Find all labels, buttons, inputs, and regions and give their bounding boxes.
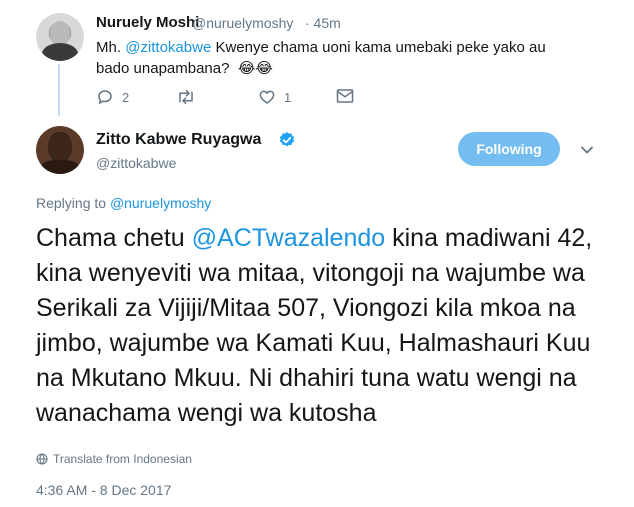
translate-label: Translate from Indonesian <box>53 452 192 466</box>
reply-count: 2 <box>122 89 130 105</box>
translate-link[interactable]: Translate from Indonesian <box>36 452 192 466</box>
main-mention-link[interactable]: @ACTwazalendo <box>192 224 386 252</box>
reply-icon <box>98 90 112 105</box>
reply-tweet-text: Mh. @zittokabwe Kwenye chama uoni kama u… <box>96 37 576 79</box>
thread-connector-line <box>58 64 60 116</box>
replying-to-handle-link[interactable]: @nuruelymoshy <box>110 195 211 211</box>
main-tweet-text: Chama chetu @ACTwazalendo kina madiwani … <box>36 221 606 431</box>
retweet-action[interactable] <box>176 88 204 106</box>
verified-badge-icon <box>279 132 295 147</box>
heart-icon <box>259 90 275 104</box>
reply-author-handle[interactable]: @nuruelymoshy <box>192 15 293 31</box>
reply-emoji: 😂😂 <box>237 60 273 77</box>
replying-to-prefix: Replying to <box>36 195 110 211</box>
reply-text-prefix: Mh. <box>96 39 126 56</box>
following-button[interactable]: Following <box>458 132 560 166</box>
reply-mention-link[interactable]: @zittokabwe <box>125 39 211 56</box>
reply-author-name[interactable]: Nuruely Moshi <box>96 14 199 31</box>
reply-action[interactable]: 2 <box>96 88 129 106</box>
replying-to-line: Replying to @nuruelymoshy <box>36 195 211 211</box>
main-author-handle[interactable]: @zittokabwe <box>96 155 176 171</box>
main-text-body: kina madiwani 42, kina wenyeviti wa mita… <box>36 224 593 427</box>
reply-time[interactable]: · 45m <box>305 15 341 31</box>
direct-message-action[interactable] <box>336 88 354 104</box>
like-action[interactable]: 1 <box>258 88 291 106</box>
main-author-name[interactable]: Zitto Kabwe Ruyagwa <box>96 131 261 149</box>
chevron-down-icon[interactable] <box>580 143 594 157</box>
globe-icon <box>36 453 48 465</box>
retweet-icon <box>179 89 193 105</box>
main-text-prefix: Chama chetu <box>36 224 192 252</box>
direct-message-icon <box>336 89 354 103</box>
like-count: 1 <box>284 89 292 105</box>
reply-author-avatar[interactable] <box>36 13 84 61</box>
tweet-timestamp[interactable]: 4:36 AM - 8 Dec 2017 <box>36 482 171 498</box>
main-author-avatar[interactable] <box>36 126 84 174</box>
